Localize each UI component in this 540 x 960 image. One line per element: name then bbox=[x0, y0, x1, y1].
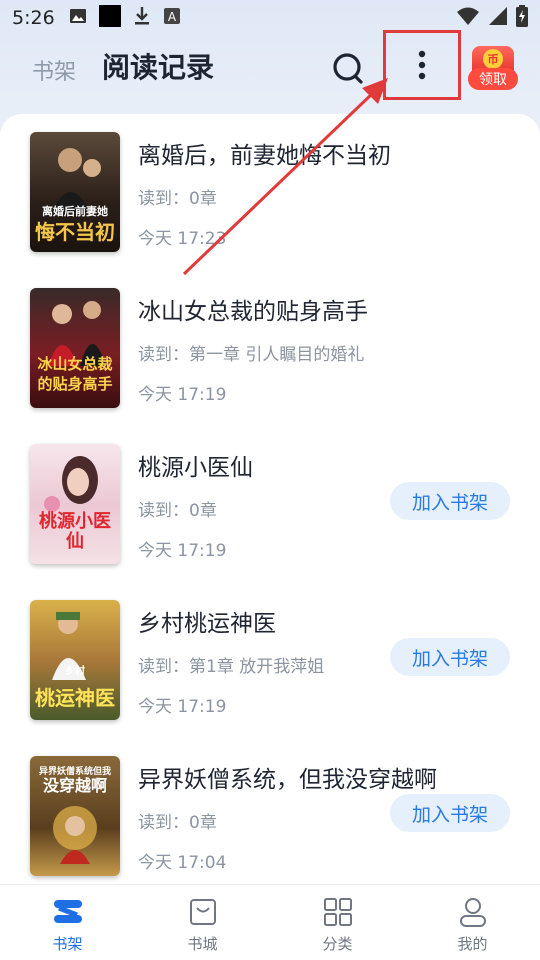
book-title: 异界妖僧系统，但我没穿越啊 bbox=[138, 767, 437, 793]
font-a-icon: A bbox=[163, 7, 181, 30]
book-title: 离婚后，前妻她悔不当初 bbox=[138, 143, 391, 169]
book-time: 今天 17:19 bbox=[138, 541, 227, 561]
cover-title: 桃源小医仙 bbox=[39, 511, 111, 552]
list-item[interactable]: 异界妖僧系统但我 没穿越啊 异界妖僧系统，但我没穿越啊 读到：0章 今天 17:… bbox=[0, 738, 540, 878]
nav-label: 分类 bbox=[322, 935, 353, 953]
nav-bookstore[interactable]: 书城 bbox=[135, 885, 270, 960]
nav-label: 书架 bbox=[52, 935, 83, 953]
book-cover: 桃源小医仙 bbox=[30, 444, 120, 564]
add-to-shelf-button[interactable]: 加入书架 bbox=[390, 794, 510, 832]
download-icon bbox=[133, 6, 151, 31]
add-to-shelf-button[interactable]: 加入书架 bbox=[390, 638, 510, 676]
grid-icon bbox=[323, 898, 352, 926]
nav-label: 书城 bbox=[187, 935, 218, 953]
store-bag-icon bbox=[189, 899, 216, 925]
book-time: 今天 17:04 bbox=[138, 853, 227, 873]
cover-figure bbox=[53, 806, 97, 864]
battery-icon bbox=[516, 4, 528, 32]
nav-profile[interactable]: 我的 bbox=[405, 885, 540, 960]
bookshelf-icon bbox=[53, 900, 82, 923]
book-progress: 读到：第一章 引人瞩目的婚礼 bbox=[138, 345, 365, 365]
book-cover: 冰山女总裁的贴身高手 bbox=[30, 288, 120, 408]
header-bar: 书架 阅读记录 币 领取 bbox=[0, 30, 540, 106]
book-title: 桃源小医仙 bbox=[138, 455, 253, 481]
book-time: 今天 17:19 bbox=[138, 697, 227, 717]
tab-bookshelf[interactable]: 书架 bbox=[32, 54, 76, 86]
cover-title: 悔不当初 bbox=[35, 220, 115, 244]
list-item[interactable]: 乡村 桃运神医 乡村桃运神医 读到：第1章 放开我萍姐 今天 17:19 加入书… bbox=[0, 582, 540, 722]
claim-label: 领取 bbox=[468, 68, 518, 90]
tab-reading-history[interactable]: 阅读记录 bbox=[102, 46, 214, 86]
cover-title: 桃运神医 bbox=[35, 686, 115, 710]
book-cover: 异界妖僧系统但我 没穿越啊 bbox=[30, 756, 120, 876]
image-icon bbox=[69, 7, 87, 30]
book-progress: 读到：0章 bbox=[138, 189, 217, 209]
more-vertical-icon bbox=[418, 50, 426, 80]
nav-bookshelf[interactable]: 书架 bbox=[0, 885, 135, 960]
claim-reward-button[interactable]: 币 领取 bbox=[468, 46, 520, 92]
book-progress: 读到：0章 bbox=[138, 813, 217, 833]
search-button[interactable] bbox=[330, 50, 368, 88]
cover-caption: 乡村 bbox=[65, 666, 85, 677]
list-item[interactable]: 桃源小医仙 桃源小医仙 读到：0章 今天 17:19 加入书架 bbox=[0, 426, 540, 566]
more-options-button[interactable] bbox=[383, 30, 461, 100]
add-to-shelf-button[interactable]: 加入书架 bbox=[390, 482, 510, 520]
book-progress: 读到：第1章 放开我萍姐 bbox=[138, 657, 325, 677]
nav-category[interactable]: 分类 bbox=[270, 885, 405, 960]
wifi-icon bbox=[456, 6, 480, 31]
book-cover: 离婚后前妻她 悔不当初 bbox=[30, 132, 120, 252]
list-item[interactable]: 冰山女总裁的贴身高手 冰山女总裁的贴身高手 读到：第一章 引人瞩目的婚礼 今天 … bbox=[0, 270, 540, 410]
book-progress: 读到：0章 bbox=[138, 501, 217, 521]
list-item[interactable]: 离婚后前妻她 悔不当初 离婚后，前妻她悔不当初 读到：0章 今天 17:23 bbox=[0, 114, 540, 254]
profile-icon bbox=[459, 898, 486, 927]
reading-history-list: 离婚后前妻她 悔不当初 离婚后，前妻她悔不当初 读到：0章 今天 17:23 冰… bbox=[0, 114, 540, 884]
status-time: 5:26 bbox=[12, 7, 55, 29]
nav-label: 我的 bbox=[457, 935, 488, 953]
svg-text:A: A bbox=[168, 10, 177, 24]
signal-icon bbox=[488, 6, 508, 31]
book-time: 今天 17:23 bbox=[138, 229, 227, 249]
search-icon bbox=[333, 53, 363, 84]
black-square-icon bbox=[98, 4, 121, 32]
cover-caption: 离婚后前妻她 bbox=[42, 205, 108, 218]
book-title: 冰山女总裁的贴身高手 bbox=[138, 299, 368, 325]
book-title: 乡村桃运神医 bbox=[138, 611, 276, 637]
cover-title: 冰山女总裁的贴身高手 bbox=[37, 355, 113, 393]
book-cover: 乡村 桃运神医 bbox=[30, 600, 120, 720]
book-time: 今天 17:19 bbox=[138, 385, 227, 405]
coin-icon: 币 bbox=[483, 49, 503, 69]
bottom-navigation: 书架 书城 分类 我的 bbox=[0, 884, 540, 960]
